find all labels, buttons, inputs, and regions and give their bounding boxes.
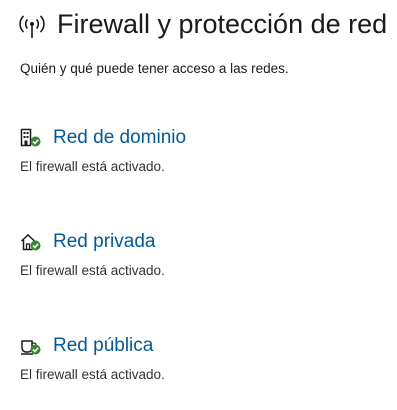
public-cafe-icon — [21, 340, 41, 355]
public-firewall-status: El firewall está activado. — [20, 367, 165, 382]
private-network-link[interactable]: Red privada — [53, 231, 155, 253]
domain-network-link[interactable]: Red de dominio — [53, 127, 186, 149]
wifi-antenna-icon — [19, 14, 45, 38]
public-network-link[interactable]: Red pública — [53, 335, 153, 357]
private-firewall-status: El firewall está activado. — [20, 263, 165, 278]
page-subtitle: Quién y qué puede tener acceso a las red… — [20, 61, 289, 76]
private-home-icon — [20, 233, 41, 251]
network-section-private: Red privada El firewall está activado. — [20, 231, 165, 278]
page-title: Firewall y protección de red — [57, 9, 388, 39]
domain-building-icon — [20, 128, 41, 147]
network-section-domain: Red de dominio El firewall está activado… — [20, 127, 186, 174]
page-header: Firewall y protección de red — [19, 9, 387, 40]
domain-firewall-status: El firewall está activado. — [20, 159, 165, 174]
network-section-public: Red pública El firewall está activado. — [20, 335, 165, 382]
